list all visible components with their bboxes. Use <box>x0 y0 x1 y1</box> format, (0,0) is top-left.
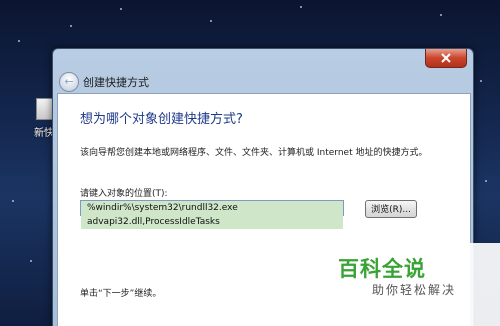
desktop-background: 新快捷 ← 创建快捷方式 想为哪个对象创建快捷方式? 该向导帮您创建本地或网络程… <box>0 0 500 326</box>
location-input-value: %windir%\system32\rundll32.exe advapi32.… <box>81 201 343 229</box>
location-input[interactable]: %windir%\system32\rundll32.exe advapi32.… <box>80 200 344 229</box>
close-icon <box>441 53 451 63</box>
star <box>18 40 20 42</box>
star <box>12 200 14 202</box>
browse-button[interactable]: 浏览(R)... <box>365 200 417 218</box>
next-step-hint: 单击“下一步”继续。 <box>80 289 162 299</box>
back-arrow-icon: ← <box>64 75 74 88</box>
star <box>30 260 32 262</box>
star <box>480 80 482 82</box>
back-button[interactable]: ← <box>59 72 79 92</box>
wizard-description: 该向导帮您创建本地或网络程序、文件、文件夹、计算机或 Internet 地址的快… <box>80 148 428 158</box>
star <box>210 20 212 22</box>
close-button[interactable] <box>425 49 467 68</box>
wizard-heading: 想为哪个对象创建快捷方式? <box>80 112 243 127</box>
watermark-title: 百科全说 <box>338 257 426 281</box>
star <box>120 8 122 10</box>
star <box>485 180 487 182</box>
star <box>70 25 72 27</box>
location-label: 请键入对象的位置(T): <box>80 189 168 199</box>
watermark: 百科全说 助你轻松解决 <box>330 243 500 326</box>
watermark-subtitle: 助你轻松解决 <box>372 283 457 297</box>
star <box>440 14 442 16</box>
window-title: 创建快捷方式 <box>83 76 149 89</box>
title-bar[interactable]: ← 创建快捷方式 <box>53 49 473 93</box>
star <box>300 6 302 8</box>
